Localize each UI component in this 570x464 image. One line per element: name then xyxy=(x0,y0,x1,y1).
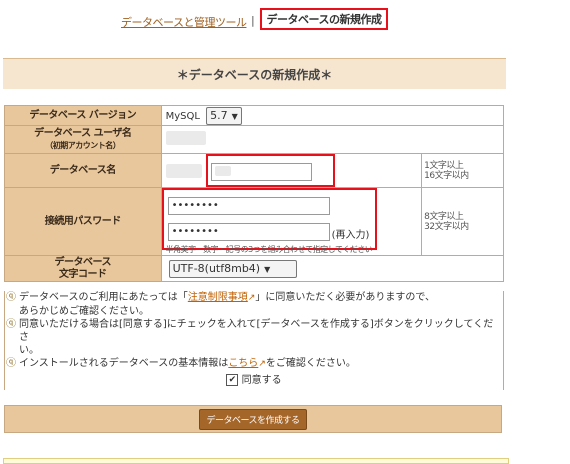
db-name-hint: 1文字以上 16文字以内 xyxy=(421,153,504,188)
section-title: ＊データベースの新規作成＊ xyxy=(3,58,506,89)
password-highlight: •••••••• •••••••• (再入力) xyxy=(161,188,377,250)
info-link[interactable]: こちら xyxy=(228,358,258,369)
db-name-cell xyxy=(160,153,423,188)
agree-row: ✔ 同意する xyxy=(5,371,503,390)
create-database-button[interactable]: データベースを作成する xyxy=(199,408,307,430)
version-label: データベース バージョン xyxy=(4,105,162,126)
db-name-highlight xyxy=(205,154,335,187)
version-cell: MySQL 5.7 ▼ xyxy=(160,105,505,126)
chevron-down-icon: ▼ xyxy=(264,264,271,274)
info-icon: ⓠ xyxy=(6,319,16,330)
password-confirm-input[interactable]: •••••••• xyxy=(167,223,330,241)
info-icon: ⓠ xyxy=(6,358,16,369)
note-info: ⓠ インストールされるデータベースの基本情報はこちら↗をご確認ください。 xyxy=(6,358,356,369)
mysql-label: MySQL xyxy=(165,110,200,122)
tab-db-admin-tools[interactable]: データベースと管理ツール xyxy=(121,14,247,30)
agree-label: 同意する xyxy=(241,375,282,386)
password-hint: 8文字以上 32文字以内 xyxy=(421,187,504,256)
external-link-icon: ↗ xyxy=(258,359,266,369)
top-tabs: データベースと管理ツール | データベースの新規作成 xyxy=(0,8,570,34)
db-user-sublabel: （初期アカウント名） xyxy=(45,140,121,150)
create-db-form: データベース バージョン MySQL 5.7 ▼ データベース ユーザ名 （初期ア… xyxy=(4,105,505,282)
tab-separator: | xyxy=(251,14,255,27)
info-icon: ⓠ xyxy=(6,292,16,303)
db-user-label: データベース ユーザ名 （初期アカウント名） xyxy=(4,125,162,154)
password-rule-note: 半角英字・数字・記号の3つを組み合わせて指定してください xyxy=(165,245,373,254)
blurred-prefix xyxy=(165,163,202,178)
password-label: 接続用パスワード xyxy=(4,187,162,256)
notes-area: ⓠ データベースのご利用にあたっては「注意制限事項↗」に同意いただく必要がありま… xyxy=(4,291,504,390)
version-select[interactable]: 5.7 ▼ xyxy=(206,106,242,125)
submit-band: データベースを作成する xyxy=(4,405,502,433)
charset-select[interactable]: UTF-8(utf8mb4) ▼ xyxy=(168,259,297,278)
terms-link[interactable]: 注意制限事項 xyxy=(188,292,248,303)
tab-create-database[interactable]: データベースの新規作成 xyxy=(260,8,388,30)
db-user-value xyxy=(160,125,505,154)
charset-cell: UTF-8(utf8mb4) ▼ xyxy=(160,255,505,282)
db-name-label: データベース名 xyxy=(4,153,162,188)
agree-checkbox[interactable]: ✔ xyxy=(226,374,239,386)
db-name-input[interactable] xyxy=(210,163,312,181)
reenter-label: (再入力) xyxy=(331,230,370,241)
chevron-down-icon: ▼ xyxy=(231,111,238,121)
note-agree: ⓠ 同意いただける場合は[同意する]にチェックを入れて[データベースを作成する]… xyxy=(6,319,494,356)
password-cell: •••••••• •••••••• (再入力) 半角英字・数字・記号の3つを組み… xyxy=(160,187,423,256)
charset-label: データベース 文字コード xyxy=(4,255,162,282)
password-input[interactable]: •••••••• xyxy=(167,197,330,215)
note-terms: ⓠ データベースのご利用にあたっては「注意制限事項↗」に同意いただく必要がありま… xyxy=(6,292,435,317)
footer-notice xyxy=(3,458,509,464)
blurred-username xyxy=(165,131,206,145)
